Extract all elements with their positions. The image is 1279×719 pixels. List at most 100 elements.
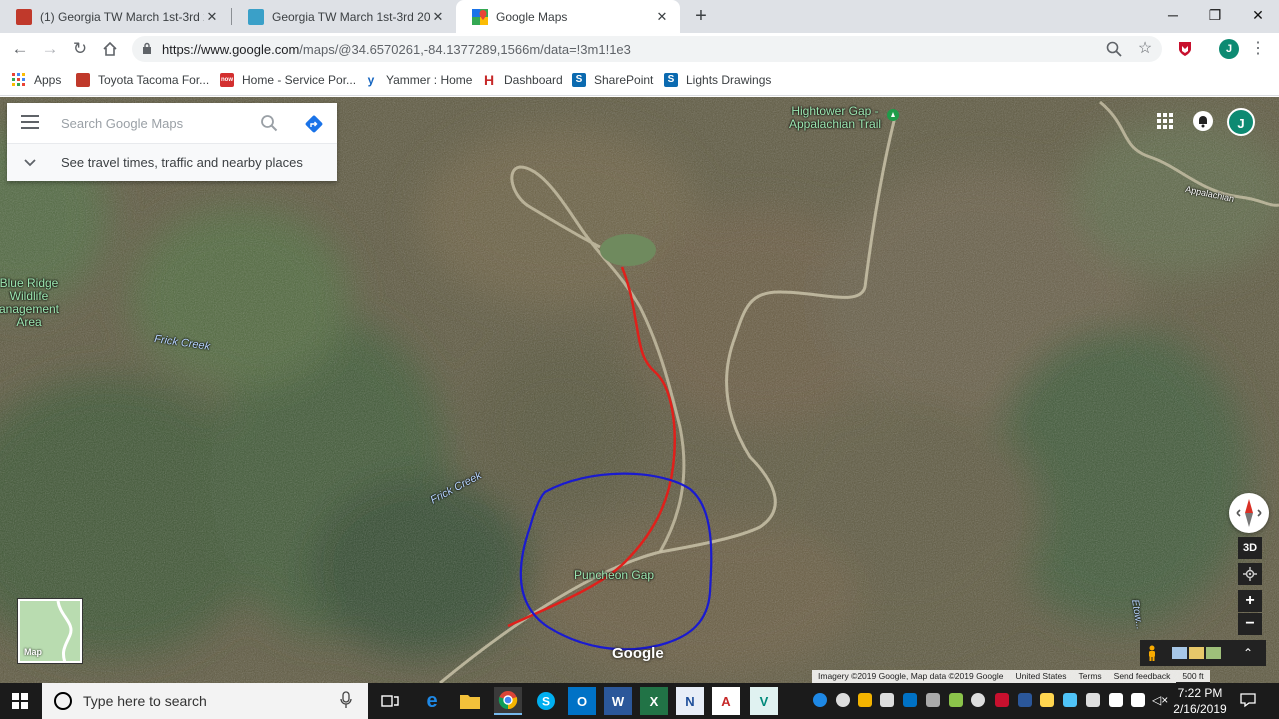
servicenow-icon: now: [220, 73, 234, 87]
power-icon[interactable]: [1131, 693, 1145, 707]
tray-mcafee-icon[interactable]: [995, 693, 1009, 707]
taskbar-search[interactable]: Type here to search: [42, 683, 368, 719]
taskbar-clock[interactable]: 7:22 PM 2/16/2019: [1172, 685, 1228, 717]
chrome-menu-icon[interactable]: ⋮: [1250, 39, 1266, 59]
menu-icon[interactable]: [21, 115, 39, 131]
home-icon[interactable]: [98, 37, 122, 61]
dashboard-h-icon: H: [483, 72, 495, 88]
tray-app-icon[interactable]: [858, 693, 872, 707]
zoom-in-button[interactable]: +: [1238, 590, 1262, 612]
3d-toggle-button[interactable]: 3D: [1238, 537, 1262, 559]
tray-app-icon[interactable]: [813, 693, 827, 707]
bookmark-dashboard[interactable]: H Dashboard: [482, 71, 563, 89]
tray-word-icon[interactable]: [1018, 693, 1032, 707]
outlook-icon[interactable]: O: [568, 687, 596, 715]
bookmark-sharepoint[interactable]: S SharePoint: [572, 71, 653, 89]
map-type-toggle[interactable]: Map: [18, 599, 82, 663]
google-logo: Google: [612, 645, 664, 662]
tab-georgia-tw-1[interactable]: (1) Georgia TW March 1st-3rd 20 ✕: [0, 0, 230, 33]
directions-icon[interactable]: [304, 114, 324, 134]
bookmark-apps[interactable]: Apps: [12, 71, 61, 89]
yammer-icon: y: [367, 73, 375, 87]
restore-icon[interactable]: ❐: [1202, 4, 1228, 26]
reload-icon[interactable]: ↻: [68, 37, 92, 61]
profile-avatar[interactable]: J: [1219, 39, 1239, 59]
bookmark-service-portal[interactable]: now Home - Service Por...: [220, 71, 356, 89]
map-type-label: Map: [24, 647, 42, 657]
skype-icon[interactable]: S: [532, 687, 560, 715]
back-icon[interactable]: ←: [8, 37, 32, 61]
bookmark-yammer[interactable]: y Yammer : Home: [364, 71, 473, 89]
navisworks-icon[interactable]: N: [676, 687, 704, 715]
microphone-icon[interactable]: [340, 691, 352, 709]
tray-app-icon[interactable]: [1040, 693, 1054, 707]
compass-icon[interactable]: [1229, 493, 1269, 533]
bookmark-lights-drawings[interactable]: S Lights Drawings: [664, 71, 771, 89]
action-center-icon[interactable]: [1240, 692, 1256, 708]
close-icon[interactable]: ✕: [654, 9, 670, 25]
chevron-down-icon: [24, 159, 36, 167]
puncheon-gap-label[interactable]: Puncheon Gap: [574, 569, 654, 582]
autocad-icon[interactable]: A: [712, 687, 740, 715]
scale-bar[interactable]: 500 ft: [1176, 670, 1210, 683]
travel-times-row[interactable]: See travel times, traffic and nearby pla…: [7, 143, 337, 181]
hightower-gap-label[interactable]: Hightower Gap - Appalachian Trail: [780, 105, 890, 131]
forward-icon[interactable]: →: [38, 37, 62, 61]
chrome-icon[interactable]: [494, 687, 522, 715]
task-view-icon[interactable]: [376, 687, 404, 715]
chevron-up-icon[interactable]: ⌃: [1238, 643, 1258, 663]
tray-app-icon[interactable]: [949, 693, 963, 707]
close-icon[interactable]: ✕: [430, 9, 446, 25]
tray-app-icon[interactable]: [1086, 693, 1100, 707]
notifications-icon[interactable]: [1193, 111, 1213, 131]
pegman-icon[interactable]: [1146, 645, 1158, 661]
tab-georgia-tw-2[interactable]: Georgia TW March 1st-3rd 2019 ✕: [232, 0, 456, 33]
url-path: /maps/@34.6570261,-84.1377289,1566m/data…: [299, 42, 631, 57]
tray-outlook-icon[interactable]: [903, 693, 917, 707]
search-icon[interactable]: [260, 114, 278, 132]
edge-icon[interactable]: e: [418, 687, 446, 715]
bookmark-star-icon[interactable]: ☆: [1136, 40, 1154, 58]
tray-app-icon[interactable]: [836, 693, 850, 707]
file-explorer-icon[interactable]: [456, 687, 484, 715]
search-input[interactable]: [61, 113, 251, 133]
volume-muted-icon[interactable]: ◁×: [1152, 693, 1168, 707]
close-icon[interactable]: ✕: [204, 9, 220, 25]
map-footer: Imagery ©2019 Google, Map data ©2019 Goo…: [812, 670, 1210, 683]
account-avatar[interactable]: J: [1227, 108, 1255, 136]
tray-app-icon[interactable]: [926, 693, 940, 707]
country-link[interactable]: United States: [1009, 670, 1072, 683]
tab-favicon-icon: [16, 8, 32, 25]
tab-title: (1) Georgia TW March 1st-3rd 20: [40, 9, 204, 24]
word-icon[interactable]: W: [604, 687, 632, 715]
sharepoint-icon: S: [572, 73, 586, 87]
sharepoint-icon: S: [664, 73, 678, 87]
address-bar[interactable]: https://www.google.com/maps/@34.6570261,…: [132, 36, 1162, 62]
zoom-out-button[interactable]: −: [1238, 613, 1262, 635]
google-apps-icon[interactable]: [1157, 113, 1173, 129]
minimize-icon[interactable]: ─: [1160, 4, 1186, 26]
apps-grid-icon: [12, 73, 26, 87]
my-location-icon[interactable]: [1238, 563, 1262, 585]
tray-app-icon[interactable]: [880, 693, 894, 707]
zoom-icon[interactable]: [1105, 40, 1123, 58]
network-icon[interactable]: [1109, 693, 1123, 707]
excel-icon[interactable]: X: [640, 687, 668, 715]
tab-google-maps[interactable]: Google Maps ✕: [456, 0, 680, 33]
windows-start-icon[interactable]: [12, 693, 28, 709]
blue-ridge-wma-label[interactable]: Blue Ridge Wildlife anagement Area: [0, 277, 64, 329]
window-close-icon[interactable]: ✕: [1245, 4, 1271, 26]
new-tab-button[interactable]: +: [690, 5, 712, 27]
bookmark-toyota-tacoma[interactable]: Toyota Tacoma For...: [76, 71, 209, 89]
bookmark-label: Toyota Tacoma For...: [98, 73, 210, 87]
send-feedback-link[interactable]: Send feedback: [1108, 670, 1177, 683]
terms-link[interactable]: Terms: [1073, 670, 1108, 683]
satellite-map[interactable]: Hightower Gap - Appalachian Trail Appala…: [0, 97, 1279, 683]
tray-app-icon[interactable]: [1063, 693, 1077, 707]
imagery-thumbnails-icon[interactable]: [1172, 647, 1222, 659]
tray-app-icon[interactable]: [971, 693, 985, 707]
tab-favicon-icon: [248, 8, 264, 25]
viewer-icon[interactable]: V: [750, 687, 778, 715]
satellite-imagery: [0, 97, 1279, 683]
mcafee-shield-icon[interactable]: [1176, 40, 1194, 58]
